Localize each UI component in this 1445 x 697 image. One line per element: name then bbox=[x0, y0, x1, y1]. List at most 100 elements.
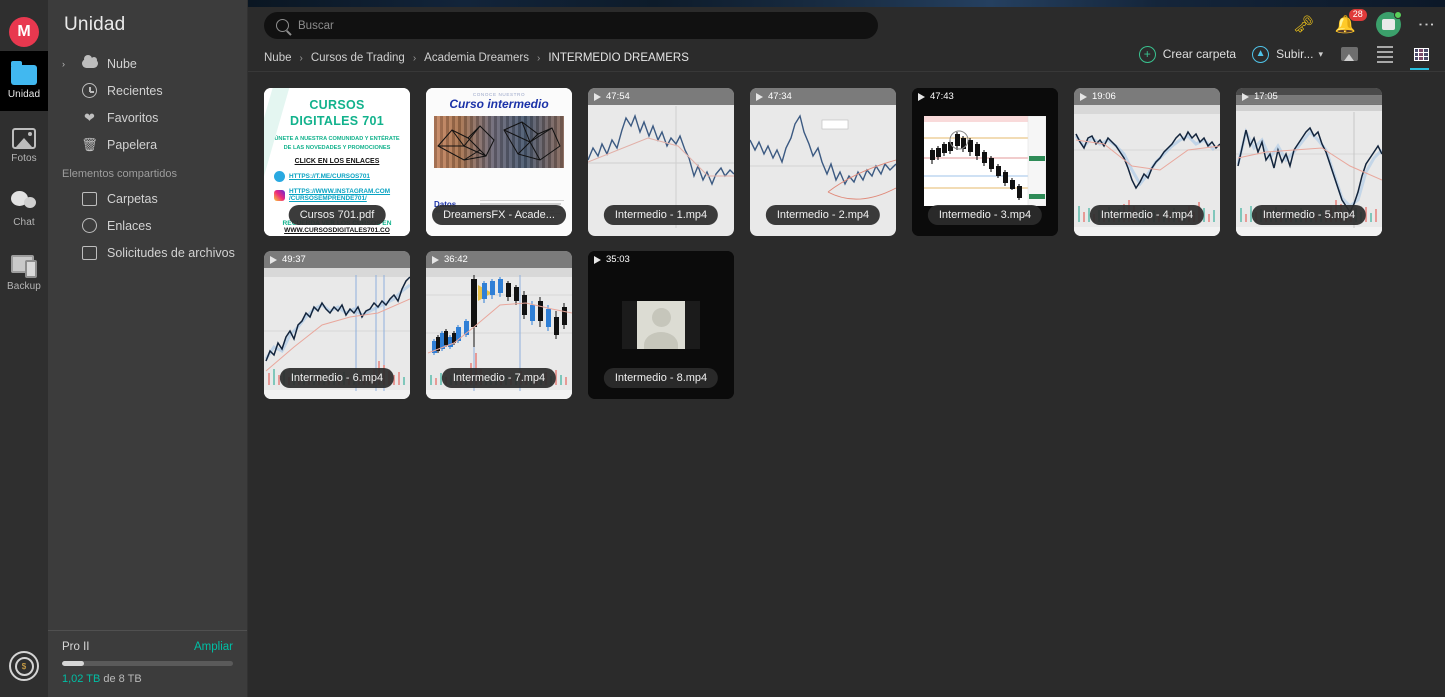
breadcrumb-separator: › bbox=[412, 52, 417, 64]
file-thumbnail: 49:37 Intermedio - 6.mp4 bbox=[264, 251, 410, 399]
file-card[interactable]: CURSOS DIGITALES 701 ÚNETE A NUESTRA COMU… bbox=[258, 81, 420, 244]
breadcrumb-separator: › bbox=[299, 52, 303, 64]
play-icon bbox=[918, 92, 925, 101]
rail-item-fotos[interactable]: Fotos bbox=[0, 115, 48, 175]
key-icon[interactable]: 🗝 bbox=[1293, 15, 1315, 35]
video-duration: 36:42 bbox=[444, 254, 468, 265]
rail-item-unidad[interactable]: Unidad bbox=[0, 51, 48, 111]
chevron-down-icon[interactable]: ▾ bbox=[1318, 49, 1323, 60]
file-card[interactable]: 47:43 Intermedio - 3.mp4 bbox=[906, 81, 1068, 244]
file-card[interactable]: 35:03 Intermedio - 8.mp4 bbox=[582, 244, 744, 407]
mega-logo[interactable]: M bbox=[9, 17, 39, 47]
sidebar-item-favoritos[interactable]: ❤ Favoritos bbox=[48, 104, 247, 131]
breadcrumb-item-academia[interactable]: Academia Dreamers bbox=[424, 52, 529, 64]
video-duration-bar: 49:37 bbox=[264, 251, 410, 268]
photo-icon bbox=[11, 126, 37, 150]
telegram-icon bbox=[274, 171, 285, 183]
breadcrumb-item-cursos[interactable]: Cursos de Trading bbox=[311, 52, 405, 64]
pdf-title-2: DIGITALES 701 bbox=[290, 113, 384, 128]
file-card[interactable]: 36:42 Intermedio - 7.mp4 bbox=[420, 244, 582, 407]
storage-widget: Pro II Ampliar 1,02 TB de 8 TB bbox=[48, 630, 247, 697]
play-icon bbox=[432, 255, 439, 264]
chevron-right-icon[interactable]: › bbox=[62, 59, 72, 69]
sidebar-item-carpetas[interactable]: Carpetas bbox=[48, 185, 247, 212]
sidebar-item-solicitudes[interactable]: Solicitudes de archivos bbox=[48, 239, 247, 266]
sidebar-item-recientes[interactable]: Recientes bbox=[48, 77, 247, 104]
create-folder-label: Crear carpeta bbox=[1162, 47, 1237, 61]
grid-view-icon[interactable] bbox=[1410, 44, 1431, 70]
rail-item-backup[interactable]: Backup bbox=[0, 243, 48, 303]
upload-button[interactable]: ▲ Subir... ▾ bbox=[1252, 45, 1323, 63]
action-bar: + Crear carpeta ▲ Subir... ▾ bbox=[1138, 44, 1431, 70]
page-title: Unidad bbox=[64, 14, 126, 35]
sidebar-item-papelera[interactable]: 🗑 Papelera bbox=[48, 131, 247, 158]
sidebar-item-label: Solicitudes de archivos bbox=[107, 245, 235, 260]
video-duration-bar: 17:05 bbox=[1236, 88, 1382, 105]
file-thumbnail: 35:03 Intermedio - 8.mp4 bbox=[588, 251, 734, 399]
file-card[interactable]: 47:54 Intermedio - 1.mp4 bbox=[582, 81, 744, 244]
create-folder-button[interactable]: + Crear carpeta bbox=[1138, 45, 1237, 63]
file-thumbnail: 47:34 Intermedio - 2.mp4 bbox=[750, 88, 896, 236]
search-input[interactable] bbox=[298, 19, 866, 32]
play-icon bbox=[594, 255, 601, 264]
sidebar-item-enlaces[interactable]: Enlaces bbox=[48, 212, 247, 239]
rail-item-chat[interactable]: Chat bbox=[0, 179, 48, 239]
video-duration: 47:34 bbox=[768, 91, 792, 102]
upload-arrow-icon: ▲ bbox=[1252, 45, 1270, 63]
rail-item-label: Unidad bbox=[7, 89, 41, 100]
file-grid: CURSOS DIGITALES 701 ÚNETE A NUESTRA COMU… bbox=[258, 81, 1439, 697]
rail-item-label: Chat bbox=[13, 217, 35, 228]
achievements-icon[interactable]: $ bbox=[9, 651, 39, 681]
avatar[interactable] bbox=[1375, 11, 1402, 37]
pdf-link-telegram: HTTPS://T.ME/CURSOS701 bbox=[289, 173, 370, 181]
file-card[interactable]: 49:37 Intermedio - 6.mp4 bbox=[258, 244, 420, 407]
sidebar-section-label: Elementos compartidos bbox=[62, 168, 177, 180]
file-card[interactable]: CONOCE NUESTRO Curso intermedio Dreamers… bbox=[420, 81, 582, 244]
doc-title: Curso intermedio bbox=[449, 97, 549, 111]
breadcrumb-item-nube[interactable]: Nube bbox=[264, 52, 292, 64]
rail-bottom: $ bbox=[0, 651, 48, 681]
notification-badge: 28 bbox=[1348, 8, 1367, 21]
play-icon bbox=[270, 255, 277, 264]
storage-total: de 8 TB bbox=[103, 673, 142, 685]
breadcrumb-separator: › bbox=[536, 52, 541, 64]
search-bar[interactable] bbox=[264, 12, 878, 39]
file-card[interactable]: 19:06 Intermedio - 4.mp4 bbox=[1068, 81, 1230, 244]
video-duration: 49:37 bbox=[282, 254, 306, 265]
file-thumbnail: CURSOS DIGITALES 701 ÚNETE A NUESTRA COMU… bbox=[264, 88, 410, 236]
play-icon bbox=[1080, 92, 1087, 101]
browser-chrome-sliver bbox=[248, 0, 1445, 7]
pdf-sub-2: DE LAS NOVEDADES Y PROMOCIONES bbox=[283, 144, 391, 151]
pdf-footer-2: WWW.CURSOSDIGITALES701.CO bbox=[284, 227, 390, 234]
video-duration: 19:06 bbox=[1092, 91, 1116, 102]
active-view-underline bbox=[1410, 67, 1429, 70]
file-card[interactable]: 17:05 Intermedio - 5.mp4 bbox=[1230, 81, 1392, 244]
avatar-image bbox=[1381, 19, 1395, 30]
rail-item-label: Fotos bbox=[11, 153, 37, 164]
play-icon bbox=[594, 92, 601, 101]
list-view-icon[interactable] bbox=[1375, 44, 1395, 64]
sidebar-item-nube[interactable]: › Nube bbox=[48, 50, 247, 77]
media-view-icon[interactable] bbox=[1339, 44, 1359, 64]
link-icon bbox=[81, 217, 98, 234]
breadcrumb-item-current[interactable]: INTERMEDIO DREAMERS bbox=[548, 52, 689, 64]
video-duration: 47:43 bbox=[930, 91, 954, 102]
file-request-icon bbox=[81, 244, 98, 261]
sidebar-item-label: Favoritos bbox=[107, 110, 159, 125]
video-duration-bar: 35:03 bbox=[588, 251, 734, 268]
file-card[interactable]: 47:34 Intermedio - 2.mp4 bbox=[744, 81, 906, 244]
pdf-cta: CLICK EN LOS ENLACES bbox=[294, 158, 380, 166]
file-name: DreamersFX - Acade... bbox=[432, 205, 566, 225]
folder-icon bbox=[11, 61, 37, 86]
file-thumbnail: 36:42 Intermedio - 7.mp4 bbox=[426, 251, 572, 399]
file-thumbnail: 47:43 Intermedio - 3.mp4 bbox=[912, 88, 1058, 236]
pdf-sub-1: ÚNETE A NUESTRA COMUNIDAD Y ENTÉRATE bbox=[274, 136, 400, 143]
notifications-button[interactable]: 🔔 28 bbox=[1335, 8, 1367, 35]
kebab-menu-icon[interactable]: ⋮ bbox=[1417, 16, 1436, 33]
trash-icon: 🗑 bbox=[81, 136, 98, 152]
file-name: Intermedio - 7.mp4 bbox=[441, 368, 557, 388]
play-icon bbox=[756, 92, 763, 101]
play-icon bbox=[1242, 92, 1249, 101]
file-name: Intermedio - 3.mp4 bbox=[927, 205, 1043, 225]
upgrade-link[interactable]: Ampliar bbox=[194, 641, 233, 653]
